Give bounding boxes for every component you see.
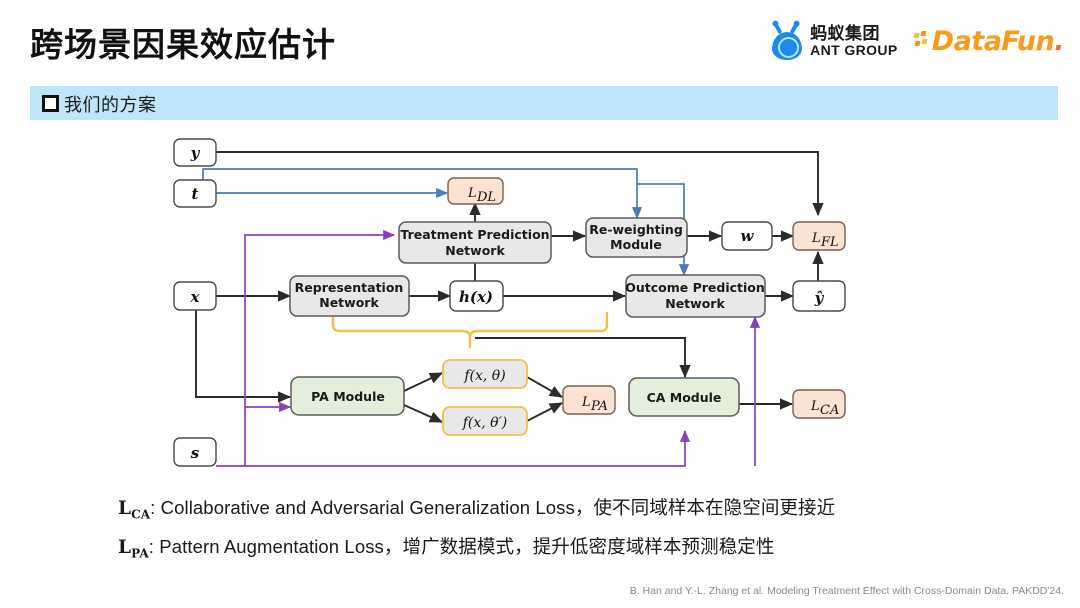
node-loss-fl-base: L: [811, 231, 821, 246]
node-y-label: y: [190, 144, 201, 162]
node-ca-module: CA Module: [628, 377, 740, 417]
ant-logo-cn-text: 蚂蚁集团: [810, 24, 881, 43]
node-loss-dl: L DL: [447, 177, 504, 205]
node-reweighting-module: Re-weighting Module: [585, 217, 688, 258]
section-header-band: 我们的方案: [30, 86, 1058, 120]
node-outcome-prediction-network-line1: Outcome Prediction: [625, 280, 765, 295]
node-f-theta-prime: f(x, θ′): [442, 406, 528, 436]
node-x-label: x: [190, 288, 201, 306]
node-t-label: t: [192, 185, 199, 203]
datafun-logo-icon: [913, 30, 930, 52]
caption-loss-ca-text: : Collaborative and Adversarial Generali…: [150, 497, 836, 518]
node-treatment-prediction-network-line2: Network: [445, 243, 505, 258]
node-loss-dl-base: L: [467, 186, 477, 201]
node-loss-fl: L FL: [792, 221, 846, 251]
node-y-hat: ŷ: [792, 280, 846, 312]
node-pa-module-label: PA Module: [311, 389, 385, 404]
ant-group-logo: 蚂蚁集团 ANT GROUP: [770, 22, 898, 60]
node-s: s: [173, 437, 217, 467]
caption-loss-pa-symbol: L: [118, 537, 132, 558]
node-hx: h(x): [449, 280, 504, 312]
node-loss-pa-base: L: [581, 395, 591, 410]
square-bullet-icon: [42, 95, 59, 112]
node-representation-network: Representation Network: [289, 275, 410, 317]
citation-text: B. Han and Y.-L. Zhang et al. Modeling T…: [629, 585, 1064, 597]
node-loss-pa: L PA: [562, 385, 616, 415]
node-outcome-prediction-network: Outcome Prediction Network: [625, 274, 766, 318]
caption-loss-ca: LCA: Collaborative and Adversarial Gener…: [118, 494, 835, 522]
node-representation-network-line2: Network: [319, 295, 379, 310]
ant-logo-icon: [770, 22, 804, 60]
node-t: t: [173, 179, 217, 208]
page-title: 跨场景因果效应估计: [30, 26, 336, 63]
node-outcome-prediction-network-line2: Network: [665, 296, 725, 311]
node-f-theta-prime-label: f(x, θ′): [462, 415, 508, 431]
caption-loss-pa-subscript: PA: [131, 546, 149, 561]
node-loss-pa-sub: PA: [590, 399, 608, 414]
datafun-dot: .: [1054, 25, 1064, 57]
node-treatment-prediction-network: Treatment Prediction Network: [398, 221, 552, 264]
caption-loss-ca-symbol: L: [118, 498, 132, 519]
node-ca-module-label: CA Module: [647, 390, 722, 405]
caption-loss-pa: LPA: Pattern Augmentation Loss，增广数据模式，提升…: [118, 533, 775, 561]
node-loss-dl-sub: DL: [476, 190, 496, 205]
node-y: y: [173, 138, 217, 167]
node-s-label: s: [191, 444, 200, 462]
node-x: x: [173, 281, 217, 311]
node-w-label: w: [741, 227, 755, 245]
datafun-logo: DataFun.: [913, 25, 1064, 57]
node-reweighting-module-line2: Module: [610, 237, 662, 252]
node-treatment-prediction-network-line1: Treatment Prediction: [400, 227, 549, 242]
datafun-wordmark: DataFun: [931, 25, 1055, 57]
node-representation-network-line1: Representation: [295, 280, 404, 295]
caption-loss-ca-subscript: CA: [131, 507, 151, 522]
node-f-theta-label: f(x, θ): [463, 368, 505, 384]
node-loss-ca-base: L: [810, 399, 820, 414]
logo-area: 蚂蚁集团 ANT GROUP DataFun.: [770, 22, 1064, 60]
node-y-hat-label: ŷ: [814, 289, 825, 307]
node-hx-label: h(x): [459, 288, 493, 306]
ant-logo-en-text: ANT GROUP: [810, 42, 898, 58]
caption-loss-pa-text: : Pattern Augmentation Loss，增广数据模式，提升低密度…: [148, 536, 775, 557]
node-pa-module: PA Module: [290, 376, 405, 416]
node-loss-ca-sub: CA: [820, 403, 839, 418]
section-title: 我们的方案: [64, 95, 157, 115]
node-f-theta: f(x, θ): [442, 359, 528, 389]
node-w: w: [721, 221, 773, 251]
node-loss-ca: L CA: [792, 389, 846, 419]
architecture-diagram: y t x s L DL Treatment Prediction Networ…: [0, 125, 1080, 480]
node-loss-fl-sub: FL: [820, 235, 839, 250]
node-reweighting-module-line1: Re-weighting: [589, 222, 683, 237]
